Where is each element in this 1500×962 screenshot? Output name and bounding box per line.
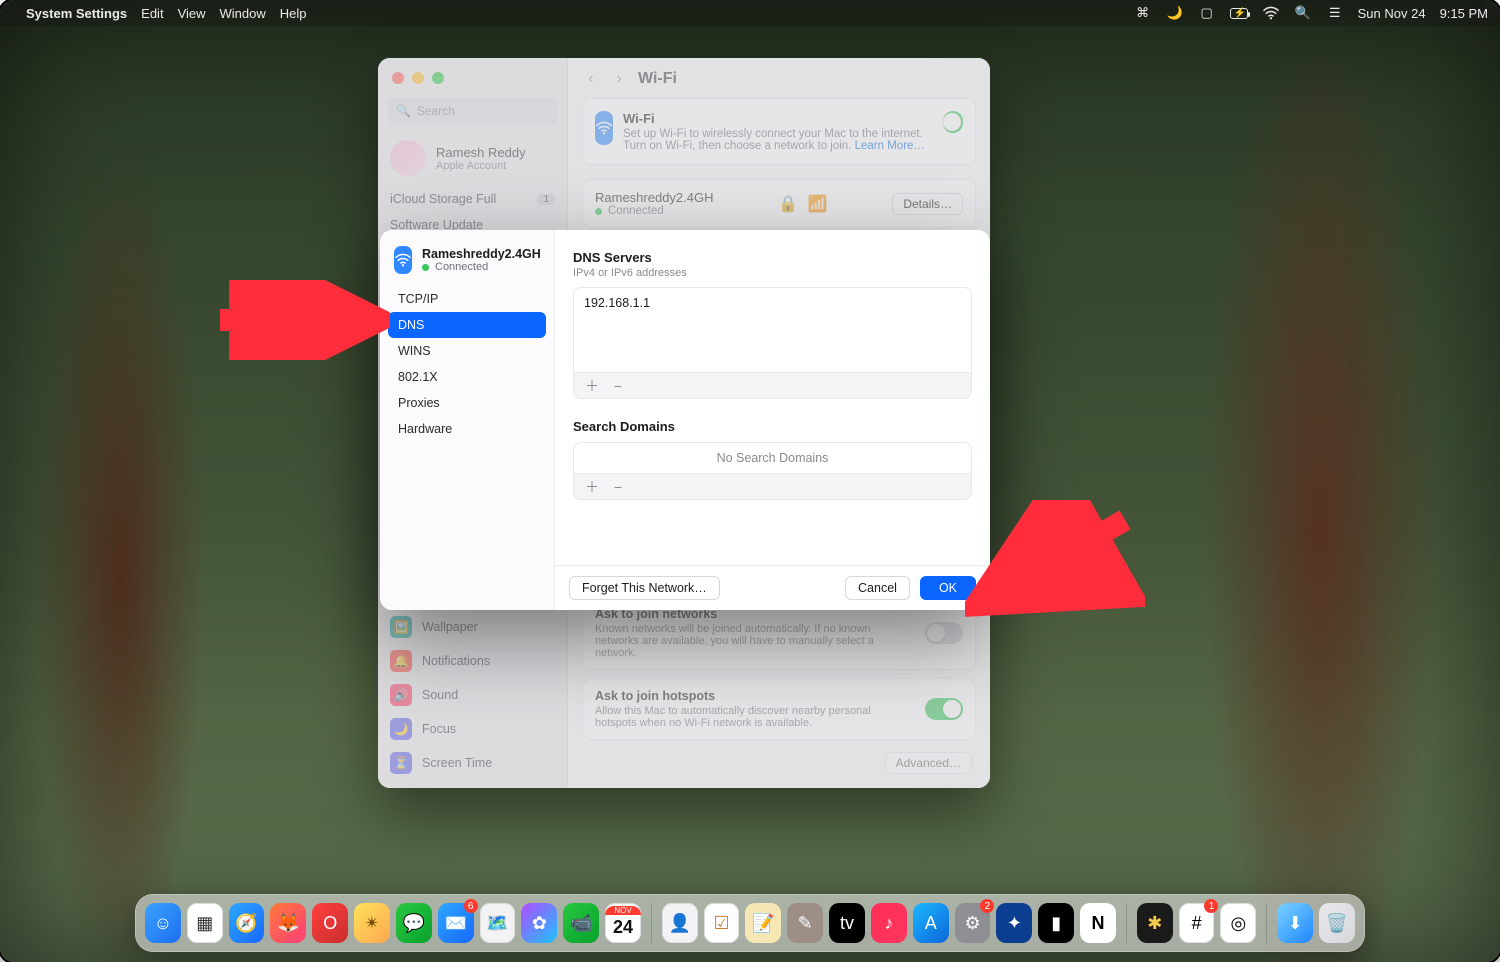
- tab-tcpip[interactable]: TCP/IP: [388, 286, 546, 312]
- dock-firefox-icon[interactable]: 🦊: [270, 903, 306, 943]
- dns-servers-subtitle: IPv4 or IPv6 addresses: [573, 267, 972, 279]
- annotation-arrow-right: [965, 500, 1145, 630]
- dock-separator: [1266, 903, 1267, 943]
- dock-facetime-icon[interactable]: 📹: [563, 903, 599, 943]
- dock-mail-icon[interactable]: ✉️6: [438, 903, 474, 943]
- dock: ☺ ▦ 🧭 🦊 O ✴︎ 💬 ✉️6 🗺️ ✿ 📹 NOV 24 👤 ☑︎ 📝 …: [135, 894, 1365, 952]
- dock-reminders-icon[interactable]: ☑︎: [704, 903, 740, 943]
- calendar-day: 24: [613, 917, 633, 938]
- dock-appstore-icon[interactable]: A: [913, 903, 949, 943]
- menubar-item-help[interactable]: Help: [280, 6, 307, 21]
- dock-music-icon[interactable]: ♪: [871, 903, 907, 943]
- dock-opera-icon[interactable]: O: [312, 903, 348, 943]
- menubar-item-window[interactable]: Window: [220, 6, 266, 21]
- sheet-network-status: Connected: [435, 261, 488, 273]
- cancel-button[interactable]: Cancel: [845, 576, 910, 600]
- network-details-sheet: Rameshreddy2.4GH Connected TCP/IP DNS WI…: [380, 230, 990, 610]
- search-domain-add-button[interactable]: ＋: [584, 477, 600, 497]
- menubar-time[interactable]: 9:15 PM: [1440, 6, 1488, 21]
- tab-hardware[interactable]: Hardware: [388, 416, 546, 442]
- forget-network-button[interactable]: Forget This Network…: [569, 576, 720, 600]
- sheet-network-name: Rameshreddy2.4GH: [422, 247, 541, 261]
- sheet-action-bar: Forget This Network… Cancel OK: [555, 565, 990, 610]
- annotation-arrow-left: [210, 280, 390, 360]
- dock-spark-icon[interactable]: ✴︎: [354, 903, 390, 943]
- menubar: System Settings Edit View Window Help ⌘ …: [0, 0, 1500, 26]
- dock-maps-icon[interactable]: 🗺️: [480, 903, 516, 943]
- menubar-item-view[interactable]: View: [178, 6, 206, 21]
- search-domains-list[interactable]: No Search Domains ＋ −: [573, 442, 972, 500]
- spotlight-menu-icon[interactable]: 🔍: [1294, 4, 1312, 22]
- dock-chrome-icon[interactable]: ◎: [1220, 903, 1256, 943]
- dock-downloads-icon[interactable]: ⬇︎: [1277, 903, 1313, 943]
- dock-slack-icon[interactable]: #1: [1179, 903, 1215, 943]
- dns-servers-title: DNS Servers: [573, 250, 972, 265]
- sheet-left-tabs: Rameshreddy2.4GH Connected TCP/IP DNS WI…: [380, 230, 555, 610]
- dock-photos-icon[interactable]: ✿: [521, 903, 557, 943]
- status-dot-icon: [422, 264, 429, 271]
- wifi-icon: [394, 246, 412, 274]
- tab-wins[interactable]: WINS: [388, 338, 546, 364]
- tab-dns[interactable]: DNS: [388, 312, 546, 338]
- battery-icon[interactable]: ⚡: [1230, 4, 1248, 22]
- search-domains-empty: No Search Domains: [574, 443, 971, 473]
- dock-badge: 6: [464, 899, 478, 913]
- screen-mirroring-icon[interactable]: ▢: [1198, 4, 1216, 22]
- dock-launchpad-icon[interactable]: ▦: [187, 903, 223, 943]
- wifi-menu-icon[interactable]: [1262, 4, 1280, 22]
- control-center-icon[interactable]: ☰: [1326, 4, 1344, 22]
- menubar-app-name[interactable]: System Settings: [26, 6, 127, 21]
- dock-trash-icon[interactable]: 🗑️: [1319, 903, 1355, 943]
- dock-safari-icon[interactable]: 🧭: [229, 903, 265, 943]
- dock-iphone-mirroring-icon[interactable]: ▮: [1038, 903, 1074, 943]
- dock-app1-icon[interactable]: ✦: [996, 903, 1032, 943]
- tab-proxies[interactable]: Proxies: [388, 390, 546, 416]
- dock-tv-icon[interactable]: tv: [829, 903, 865, 943]
- dns-remove-button[interactable]: −: [610, 378, 626, 394]
- search-domains-title: Search Domains: [573, 419, 972, 434]
- calendar-month: NOV: [605, 906, 641, 915]
- dns-add-button[interactable]: ＋: [584, 376, 600, 396]
- dock-finder-icon[interactable]: ☺: [145, 903, 181, 943]
- menubar-item-edit[interactable]: Edit: [141, 6, 163, 21]
- dock-badge: 1: [1204, 899, 1218, 913]
- search-domain-remove-button[interactable]: −: [610, 479, 626, 495]
- dock-separator: [1126, 903, 1127, 943]
- tab-8021x[interactable]: 802.1X: [388, 364, 546, 390]
- dock-badge: 2: [980, 899, 994, 913]
- menu-extra-icon[interactable]: ⌘: [1134, 4, 1152, 22]
- dock-freeform-icon[interactable]: ✎: [787, 903, 823, 943]
- dns-servers-list[interactable]: 192.168.1.1 ＋ −: [573, 287, 972, 399]
- dns-server-entry[interactable]: 192.168.1.1: [584, 296, 961, 310]
- sheet-right-panel: DNS Servers IPv4 or IPv6 addresses 192.1…: [555, 230, 990, 610]
- sheet-network-header: Rameshreddy2.4GH Connected: [388, 244, 546, 286]
- dock-figma-icon[interactable]: ✱: [1137, 903, 1173, 943]
- dock-notion-icon[interactable]: N: [1080, 903, 1116, 943]
- menubar-date[interactable]: Sun Nov 24: [1358, 6, 1426, 21]
- dock-messages-icon[interactable]: 💬: [396, 903, 432, 943]
- do-not-disturb-icon[interactable]: 🌙: [1166, 4, 1184, 22]
- dock-contacts-icon[interactable]: 👤: [662, 903, 698, 943]
- dock-calendar-icon[interactable]: NOV 24: [605, 903, 641, 943]
- dns-servers-body[interactable]: 192.168.1.1: [574, 288, 971, 372]
- dock-separator: [651, 903, 652, 943]
- dock-notes-icon[interactable]: 📝: [745, 903, 781, 943]
- dock-system-settings-icon[interactable]: ⚙︎2: [955, 903, 991, 943]
